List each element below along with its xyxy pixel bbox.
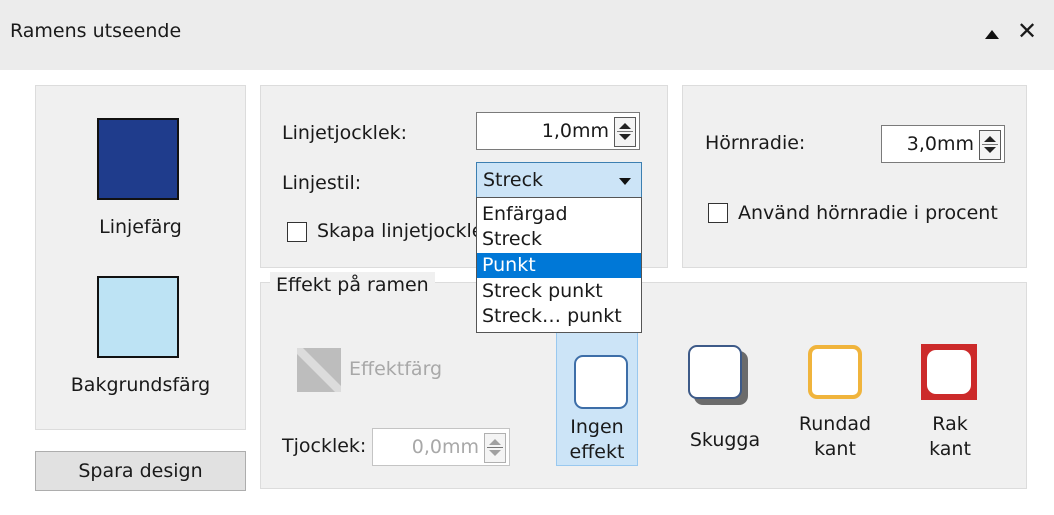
stepper-arrows-icon[interactable] [484, 433, 506, 463]
close-icon[interactable]: ✕ [1017, 14, 1037, 48]
dropdown-option[interactable]: Enfärgad [477, 202, 641, 227]
corner-radius-label: Hörnradie: [705, 132, 806, 154]
effect-option-straight-line1: Rak [932, 413, 968, 435]
percent-radius-label: Använd hörnradie i procent [738, 202, 998, 224]
line-color-swatch[interactable] [97, 118, 179, 200]
collapse-icon[interactable] [985, 30, 999, 39]
save-design-label: Spara design [78, 460, 203, 482]
shadow-icon [688, 345, 742, 399]
dropdown-option[interactable]: Streck [477, 227, 641, 252]
dropdown-option[interactable]: Streck… punkt [477, 304, 641, 329]
effect-option-rounded-line2: kant [814, 438, 856, 460]
line-thickness-stepper[interactable]: 1,0mm [476, 112, 640, 150]
corner-radius-value: 3,0mm [906, 133, 974, 155]
line-style-dropdown: Enfärgad Streck Punkt Streck punkt Strec… [476, 197, 642, 333]
dropdown-option[interactable]: Streck punkt [477, 279, 641, 304]
effect-thickness-value: 0,0mm [411, 436, 479, 458]
effect-thickness-stepper[interactable]: 0,0mm [372, 428, 510, 466]
effect-color-swatch [297, 348, 341, 392]
dropdown-option-highlighted[interactable]: Punkt [477, 253, 641, 278]
effect-option-straight-line2: kant [929, 438, 971, 460]
stepper-arrows-icon[interactable] [979, 130, 1001, 160]
line-style-label: Linjestil: [282, 172, 362, 194]
line-thickness-value: 1,0mm [541, 120, 609, 142]
stepper-arrows-icon[interactable] [614, 117, 636, 147]
line-style-select[interactable]: Streck [476, 162, 642, 198]
line-style-value: Streck [483, 169, 544, 191]
line-thickness-checkbox[interactable] [287, 222, 307, 242]
save-design-button[interactable]: Spara design [35, 451, 246, 491]
no-effect-icon [574, 355, 628, 409]
corner-radius-stepper[interactable]: 3,0mm [881, 125, 1005, 163]
background-color-swatch[interactable] [97, 276, 179, 358]
line-color-label: Linjefärg [99, 216, 182, 238]
rounded-edge-icon [808, 345, 862, 399]
chevron-down-icon [619, 178, 631, 185]
line-thickness-checkbox-label: Skapa linjetjockle [317, 220, 484, 242]
effect-thickness-label: Tjocklek: [282, 435, 367, 457]
effect-option-shadow-line1: Skugga [689, 429, 761, 451]
effect-option-rounded-line1: Rundad [798, 413, 872, 435]
corner-panel [682, 85, 1027, 268]
percent-radius-checkbox[interactable] [708, 203, 728, 223]
effect-option-none-line2: effekt [569, 441, 625, 463]
line-thickness-label: Linjetjocklek: [282, 122, 408, 144]
effect-option-none-line1: Ingen [570, 416, 624, 438]
background-color-label: Bakgrundsfärg [70, 374, 211, 396]
panel-title: Ramens utseende [10, 20, 182, 42]
effect-group-label: Effekt på ramen [270, 272, 435, 298]
effect-color-label: Effektfärg [349, 358, 443, 380]
straight-edge-icon [921, 344, 977, 400]
